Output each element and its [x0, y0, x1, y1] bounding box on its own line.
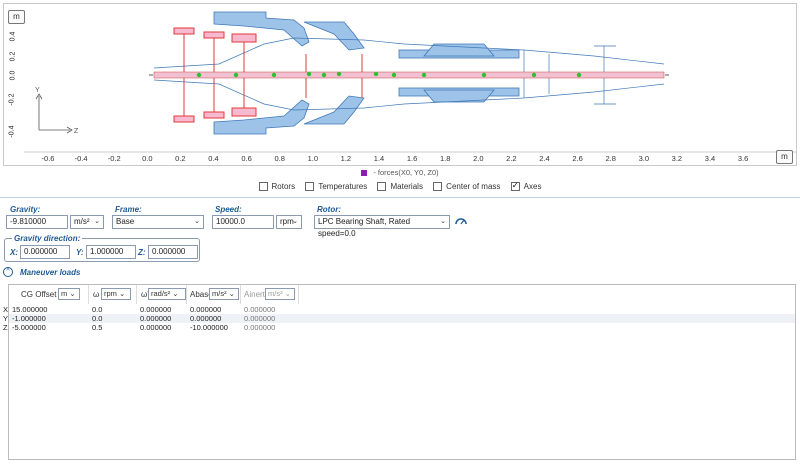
x-tick-label: 0.4	[208, 154, 219, 163]
checkbox-center-of-mass[interactable]	[433, 182, 443, 191]
speed-unit-select[interactable]: rpm ⌄	[276, 215, 302, 229]
axis-z-text: Z	[74, 128, 79, 135]
gravity-label: Gravity:	[10, 205, 41, 214]
x-tick-label: 3.6	[737, 154, 749, 163]
header-a-inert: Ainert m/s² ⌄	[241, 285, 299, 304]
unit-y-button[interactable]: m	[8, 10, 25, 24]
collapse-chevron-icon[interactable]: ^	[3, 267, 13, 277]
x-tick-label: 2.6	[572, 154, 583, 163]
rotor-label: Rotor:	[317, 205, 341, 214]
table-row[interactable]: Y -1.000000 0.0 0.000000 0.000000 0.0000…	[3, 314, 795, 323]
omega-dot-unit-select[interactable]: rad/s² ⌄	[148, 288, 186, 300]
x-tick-label: 2.0	[473, 154, 484, 163]
option-rotors[interactable]: Rotors	[258, 182, 295, 191]
chevron-down-icon: ⌄	[194, 218, 200, 225]
chevron-down-icon: ⌄	[292, 218, 298, 225]
chevron-down-icon: ⌄	[94, 218, 100, 225]
table-row[interactable]: Z -5.000000 0.5 0.000000 -10.000000 0.00…	[3, 323, 795, 332]
axis-triad	[35, 93, 73, 134]
x-tick-label: 0.2	[175, 154, 186, 163]
table-row[interactable]: X 15.000000 0.0 0.000000 0.000000 0.0000…	[3, 305, 795, 314]
x-tick-label: 0.8	[274, 154, 285, 163]
x-tick-label: 1.4	[373, 154, 385, 163]
gravity-unit-select[interactable]: m/s² ⌄	[70, 215, 104, 229]
cg-unit-select[interactable]: m ⌄	[58, 288, 80, 300]
maneuver-loads-table: CG Offset m ⌄ ω rpm ⌄ ω̇ rad/s² ⌄ Abase …	[3, 284, 796, 460]
checkbox-temperatures[interactable]	[305, 182, 315, 191]
x-tick-label: -0.6	[41, 154, 55, 163]
gravity-y-input[interactable]: 1.000000	[86, 245, 136, 259]
x-tick-label: 3.0	[638, 154, 650, 163]
gravity-x-label: X:	[10, 248, 18, 257]
header-a-base: Abase m/s² ⌄	[187, 285, 241, 304]
x-tick-label: 1.0	[307, 154, 319, 163]
x-tick-label: -0.2	[107, 154, 121, 163]
gravity-input[interactable]: -9.810000	[6, 215, 68, 229]
x-tick-label: 1.2	[340, 154, 352, 163]
plot-legend: - forces(X0, Y0, Z0)	[0, 168, 800, 177]
gravity-y-label: Y:	[76, 248, 84, 257]
header-omega: ω rpm ⌄	[89, 285, 137, 304]
section-divider	[0, 197, 800, 198]
gravity-direction-label: Gravity direction:	[12, 234, 83, 243]
axis-y-text: Y	[35, 87, 40, 94]
chevron-down-icon: ⌄	[440, 218, 446, 225]
a-inert-unit-select[interactable]: m/s² ⌄	[265, 288, 295, 300]
x-tick-label: 1.6	[406, 154, 418, 163]
x-tick-label: 3.2	[671, 154, 683, 163]
checkbox-axes[interactable]	[510, 180, 520, 191]
option-center-of-mass[interactable]: Center of mass	[433, 182, 500, 191]
speed-input[interactable]: 10000.0	[212, 215, 274, 229]
gravity-x-input[interactable]: 0.000000	[20, 245, 70, 259]
x-tick-label: 3.4	[704, 154, 716, 163]
checkbox-rotors[interactable]	[258, 182, 268, 191]
unit-x-button[interactable]: m	[776, 150, 793, 164]
x-tick-label: 2.8	[605, 154, 616, 163]
x-tick-label: 0.0	[142, 154, 153, 163]
engine-model-plot[interactable]: Y Z m m 0.4 0.2 0.0 -0.2 -0.4 -0.6 -0.4 -0…	[3, 3, 797, 166]
speed-label: Speed:	[215, 205, 242, 214]
shaft-body	[153, 71, 665, 79]
header-cg-offset: CG Offset m ⌄	[9, 285, 89, 304]
maneuver-loads-title: Maneuver loads	[20, 268, 81, 277]
option-axes[interactable]: Axes	[510, 180, 541, 191]
engine-geometry-canvas: Y Z	[24, 11, 796, 153]
gravity-z-label: Z:	[138, 248, 146, 257]
option-temperatures[interactable]: Temperatures	[305, 182, 367, 191]
display-options: Rotors Temperatures Materials Center of …	[0, 180, 800, 193]
legend-swatch	[361, 170, 368, 177]
x-tick-label: 2.4	[539, 154, 550, 163]
x-tick-label: 1.8	[439, 154, 451, 163]
checkbox-materials[interactable]	[377, 182, 387, 191]
frame-label: Frame:	[115, 205, 142, 214]
omega-unit-select[interactable]: rpm ⌄	[101, 288, 131, 300]
frame-select[interactable]: Base ⌄	[112, 215, 204, 229]
a-base-unit-select[interactable]: m/s² ⌄	[209, 288, 239, 300]
x-tick-label: 2.2	[506, 154, 517, 163]
option-materials[interactable]: Materials	[377, 182, 423, 191]
x-tick-label: -0.4	[74, 154, 88, 163]
header-omega-dot: ω̇ rad/s² ⌄	[137, 285, 187, 304]
x-tick-label: 0.6	[241, 154, 252, 163]
gravity-z-input[interactable]: 0.000000	[148, 245, 198, 259]
rotor-select[interactable]: LPC Bearing Shaft, Rated speed=0.0 ⌄	[314, 215, 450, 238]
rotor-speed-icon[interactable]	[454, 215, 468, 227]
